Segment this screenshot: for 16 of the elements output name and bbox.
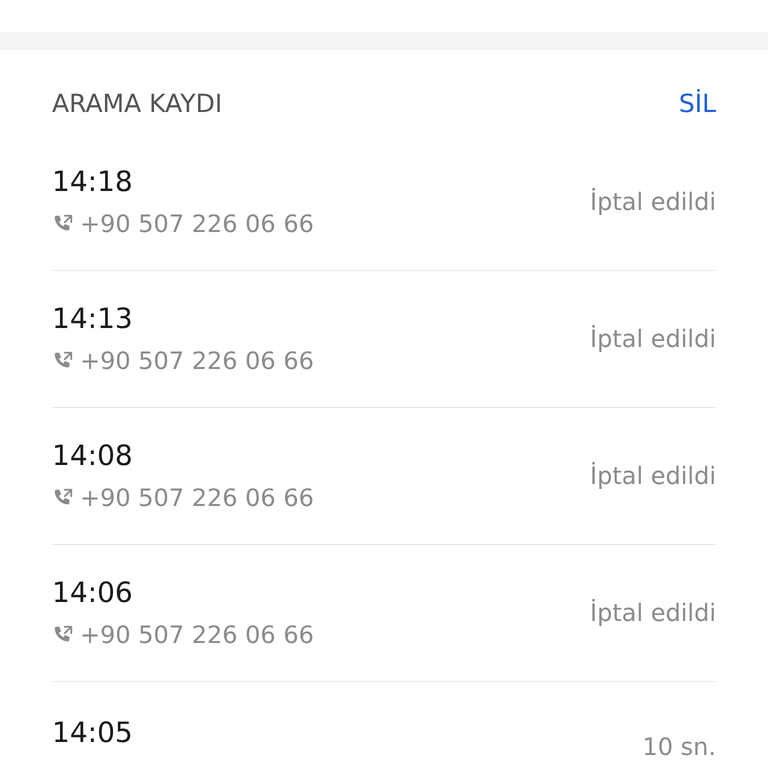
- delete-button[interactable]: SİL: [678, 89, 716, 119]
- call-status: 10 sn.: [642, 732, 716, 762]
- call-status: İptal edildi: [590, 324, 716, 354]
- call-time: 14:08: [52, 439, 134, 473]
- call-status: İptal edildi: [590, 598, 716, 628]
- call-time: 14:06: [52, 576, 134, 610]
- call-status: İptal edildi: [590, 187, 716, 217]
- phone-number: +90 507 226 06 66: [80, 620, 314, 650]
- call-time: 14:05: [52, 716, 133, 750]
- phone-number: +90 507 226 06 66: [80, 483, 314, 513]
- call-time: 14:18: [52, 165, 134, 199]
- phone-number: +90 507 226 06 66: [80, 346, 314, 376]
- call-status: İptal edildi: [590, 461, 716, 491]
- section-title: ARAMA KAYDI: [52, 89, 222, 119]
- call-time: 14:13: [52, 302, 134, 336]
- phone-number: +90 507 226 06 66: [80, 209, 314, 239]
